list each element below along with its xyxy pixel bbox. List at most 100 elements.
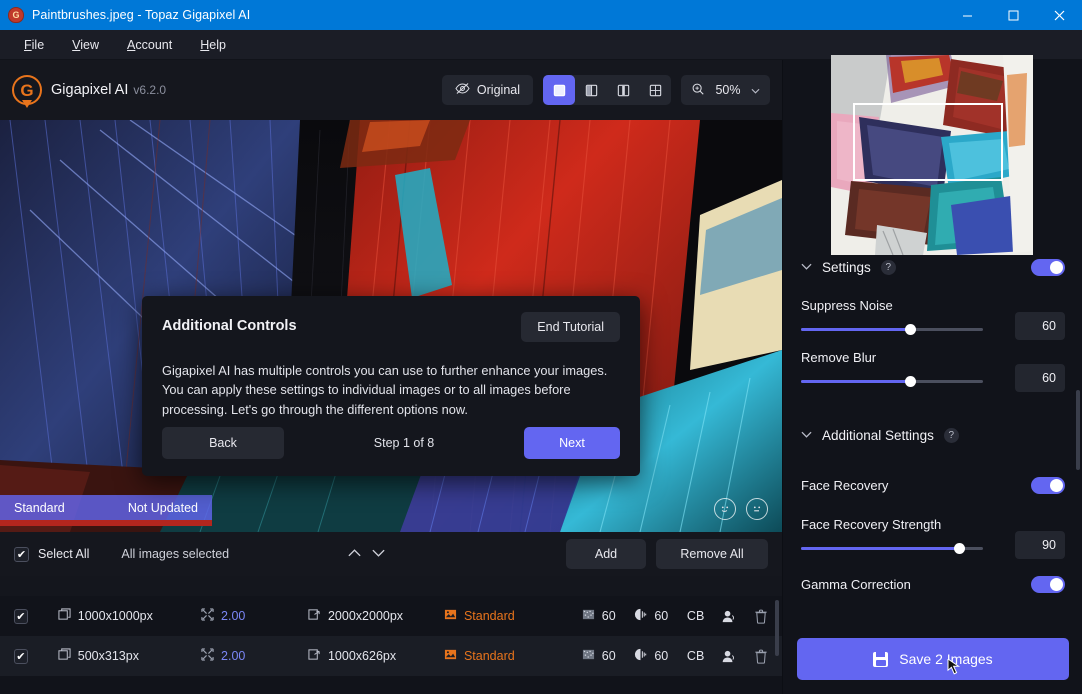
menu-account[interactable]: Account bbox=[113, 34, 186, 56]
face-recovery-strength-value[interactable]: 90 bbox=[1015, 531, 1065, 559]
settings-toggle[interactable] bbox=[1031, 259, 1065, 276]
row-noise-value: 60 bbox=[602, 649, 616, 663]
feedback-happy-icon[interactable] bbox=[714, 498, 736, 520]
gamma-correction-control: Gamma Correction bbox=[801, 576, 1065, 593]
row-model-value: Standard bbox=[464, 609, 515, 623]
add-images-button[interactable]: Add bbox=[566, 539, 646, 569]
slider-knob[interactable] bbox=[905, 376, 916, 387]
save-button-label: Save 2 Images bbox=[899, 651, 992, 667]
view-mode-single[interactable] bbox=[543, 75, 575, 105]
help-icon[interactable]: ? bbox=[881, 260, 896, 275]
row-noise: 60 bbox=[582, 648, 635, 664]
resize-icon bbox=[201, 608, 214, 624]
table-row[interactable]: ✔ 500x313px 2.00 1000x626px bbox=[0, 636, 782, 676]
zoom-control[interactable]: 50% bbox=[681, 75, 770, 105]
menu-help[interactable]: Help bbox=[186, 34, 240, 56]
suppress-noise-value[interactable]: 60 bbox=[1015, 312, 1065, 340]
tutorial-step-indicator: Step 1 of 8 bbox=[374, 436, 434, 450]
navigator-viewport-rect[interactable] bbox=[853, 103, 1003, 181]
row-source-size: 1000x1000px bbox=[58, 608, 201, 624]
view-mode-quad[interactable] bbox=[639, 75, 671, 105]
row-color-balance: CB bbox=[687, 649, 721, 663]
chevron-down-icon[interactable] bbox=[371, 545, 386, 563]
row-checkbox[interactable]: ✔ bbox=[14, 609, 28, 624]
minimize-button[interactable] bbox=[944, 0, 990, 30]
close-button[interactable] bbox=[1036, 0, 1082, 30]
gamma-correction-toggle[interactable] bbox=[1031, 576, 1065, 593]
remove-blur-value[interactable]: 60 bbox=[1015, 364, 1065, 392]
row-blur: 60 bbox=[634, 608, 687, 624]
gamma-correction-label: Gamma Correction bbox=[801, 577, 911, 592]
chevron-down-icon bbox=[801, 429, 812, 441]
noise-icon bbox=[582, 608, 595, 624]
navigator-preview[interactable] bbox=[831, 55, 1033, 255]
trash-icon[interactable] bbox=[754, 649, 768, 664]
feedback-buttons bbox=[714, 498, 768, 520]
slider-knob[interactable] bbox=[954, 543, 965, 554]
additional-settings-header[interactable]: Additional Settings ? bbox=[783, 420, 1082, 450]
row-output-size: 2000x2000px bbox=[308, 608, 444, 624]
row-checkbox[interactable]: ✔ bbox=[14, 649, 28, 664]
maximize-button[interactable] bbox=[990, 0, 1036, 30]
status-underline bbox=[0, 520, 212, 526]
feedback-neutral-icon[interactable] bbox=[746, 498, 768, 520]
end-tutorial-button[interactable]: End Tutorial bbox=[521, 312, 620, 342]
menu-view-rest: iew bbox=[80, 38, 99, 52]
gigapixel-shield-icon: G bbox=[8, 7, 24, 23]
export-icon bbox=[308, 648, 321, 664]
eye-off-icon bbox=[455, 82, 470, 98]
window-titlebar: G Paintbrushes.jpeg - Topaz Gigapixel AI bbox=[0, 0, 1082, 30]
app-logo: G Gigapixel AI v6.2.0 bbox=[12, 75, 166, 105]
row-source-size-value: 500x313px bbox=[78, 649, 139, 663]
view-mode-group bbox=[543, 75, 671, 105]
remove-blur-label: Remove Blur bbox=[801, 350, 1065, 365]
list-scrollbar[interactable] bbox=[775, 600, 779, 656]
remove-all-button[interactable]: Remove All bbox=[656, 539, 768, 569]
tutorial-back-button[interactable]: Back bbox=[162, 427, 284, 459]
view-mode-split[interactable] bbox=[575, 75, 607, 105]
sidebar-scrollbar[interactable] bbox=[1076, 390, 1080, 470]
toggle-knob bbox=[1050, 578, 1063, 591]
view-mode-side-by-side[interactable] bbox=[607, 75, 639, 105]
face-recovery-icon bbox=[721, 609, 754, 624]
row-blur-value: 60 bbox=[654, 649, 668, 663]
toggle-knob bbox=[1050, 261, 1063, 274]
table-row[interactable]: ✔ 1000x1000px 2.00 2000x2000px bbox=[0, 596, 782, 636]
list-action-buttons: Add Remove All bbox=[566, 539, 768, 569]
original-toggle-button[interactable]: Original bbox=[442, 75, 533, 105]
row-model[interactable]: Standard bbox=[444, 608, 582, 624]
menu-view[interactable]: View bbox=[58, 34, 113, 56]
row-scale[interactable]: 2.00 bbox=[201, 608, 308, 624]
face-recovery-strength-control: Face Recovery Strength 90 bbox=[801, 517, 1065, 550]
chevron-up-icon[interactable] bbox=[347, 545, 362, 563]
brand-name: Gigapixel AI bbox=[51, 82, 128, 98]
row-model-value: Standard bbox=[464, 649, 515, 663]
settings-section-header[interactable]: Settings ? bbox=[783, 252, 1082, 282]
logo-letter: G bbox=[20, 82, 33, 99]
suppress-noise-control: Suppress Noise 60 bbox=[801, 298, 1065, 331]
face-recovery-control: Face Recovery bbox=[801, 477, 1065, 494]
image-icon bbox=[58, 608, 71, 624]
tutorial-body-text: Gigapixel AI has multiple controls you c… bbox=[162, 361, 620, 419]
face-recovery-toggle[interactable] bbox=[1031, 477, 1065, 494]
select-all-checkbox[interactable]: ✔ bbox=[14, 547, 29, 562]
remove-blur-slider[interactable] bbox=[801, 380, 983, 383]
resize-icon bbox=[201, 648, 214, 664]
row-scale[interactable]: 2.00 bbox=[201, 648, 308, 664]
slider-knob[interactable] bbox=[905, 324, 916, 335]
select-all-label: Select All bbox=[38, 547, 89, 561]
tutorial-next-button[interactable]: Next bbox=[524, 427, 620, 459]
chevron-down-icon bbox=[751, 83, 760, 97]
image-icon bbox=[58, 648, 71, 664]
row-scale-value: 2.00 bbox=[221, 609, 245, 623]
face-recovery-strength-slider[interactable] bbox=[801, 547, 983, 550]
save-images-button[interactable]: Save 2 Images bbox=[797, 638, 1069, 680]
suppress-noise-slider[interactable] bbox=[801, 328, 983, 331]
trash-icon[interactable] bbox=[754, 609, 768, 624]
face-recovery-label: Face Recovery bbox=[801, 478, 888, 493]
noise-icon bbox=[582, 648, 595, 664]
help-icon[interactable]: ? bbox=[944, 428, 959, 443]
row-model[interactable]: Standard bbox=[444, 648, 582, 664]
menu-file[interactable]: File bbox=[10, 34, 58, 56]
row-noise-value: 60 bbox=[602, 609, 616, 623]
